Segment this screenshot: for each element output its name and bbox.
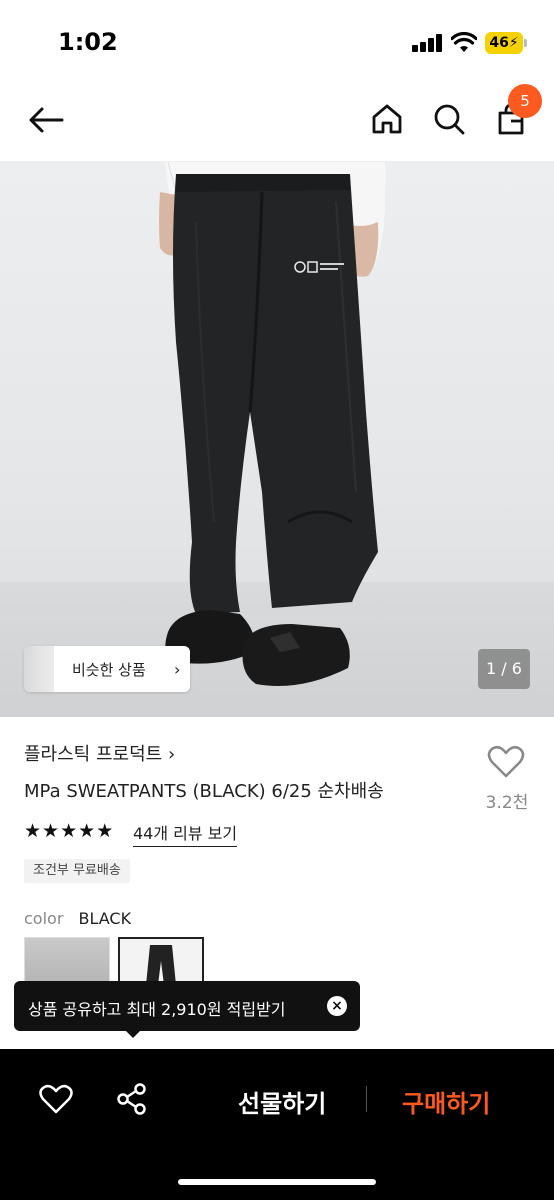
close-icon[interactable]: × (327, 996, 347, 1016)
status-time: 1:02 (58, 28, 118, 56)
star-icon: ★ (42, 820, 60, 842)
buy-button[interactable]: 구매하기 (402, 1084, 490, 1119)
color-label: color (24, 909, 64, 928)
chevron-right-icon: › (174, 660, 181, 679)
heart-icon[interactable] (486, 742, 526, 782)
rating-stars: ★ ★ ★ ★ ★ (24, 820, 114, 842)
gift-button[interactable]: 선물하기 (238, 1084, 326, 1119)
status-bar: 1:02 46⚡ (0, 0, 554, 80)
wifi-icon (451, 32, 477, 52)
color-value: BLACK (78, 909, 132, 928)
toast-pointer (124, 1029, 142, 1038)
brand-name: 플라스틱 프로덕트 (24, 744, 163, 765)
bottom-action-bar: 선물하기 구매하기 (0, 1049, 554, 1200)
button-divider (366, 1086, 367, 1112)
battery-icon: 46⚡ (485, 32, 527, 54)
brand-link[interactable]: 플라스틱 프로덕트 › (24, 740, 175, 766)
star-icon: ★ (96, 820, 114, 842)
star-icon: ★ (24, 820, 42, 842)
star-icon: ★ (60, 820, 78, 842)
similar-products-label: 비슷한 상품 (72, 661, 146, 679)
top-nav: 5 (0, 80, 554, 162)
like-count: 3.2천 (485, 793, 529, 813)
search-icon[interactable] (430, 100, 468, 138)
battery-level: 46 (489, 35, 509, 51)
product-title: MPa SWEATPANTS (BLACK) 6/25 순차배송 (24, 781, 384, 802)
heart-icon[interactable] (38, 1081, 74, 1117)
color-option-grey[interactable] (24, 937, 110, 987)
home-indicator (178, 1179, 376, 1185)
reviews-link[interactable]: 44개 리뷰 보기 (133, 820, 238, 847)
chevron-right-icon: › (167, 744, 176, 765)
similar-product-thumbnail (24, 646, 54, 692)
share-reward-toast: 상품 공유하고 최대 2,910원 적립받기 × (14, 981, 360, 1038)
share-icon[interactable] (114, 1081, 150, 1117)
cart-count-badge: 5 (508, 84, 542, 118)
similar-products-button[interactable]: 비슷한 상품 › (24, 646, 190, 692)
back-arrow-icon[interactable] (26, 100, 66, 140)
image-pager: 1 / 6 (478, 649, 530, 689)
color-row: color BLACK (24, 909, 131, 928)
swatch-pants-thumbnail (146, 945, 176, 985)
product-photo-sweatpants (159, 162, 386, 686)
home-icon[interactable] (368, 100, 406, 138)
color-option-black[interactable] (118, 937, 204, 987)
product-image[interactable]: 비슷한 상품 › 1 / 6 (0, 162, 554, 717)
toast-message: 상품 공유하고 최대 2,910원 적립받기 (28, 1000, 286, 1019)
star-icon: ★ (78, 820, 96, 842)
shipping-badge: 조건부 무료배송 (24, 859, 130, 883)
cellular-signal-icon (412, 34, 444, 52)
